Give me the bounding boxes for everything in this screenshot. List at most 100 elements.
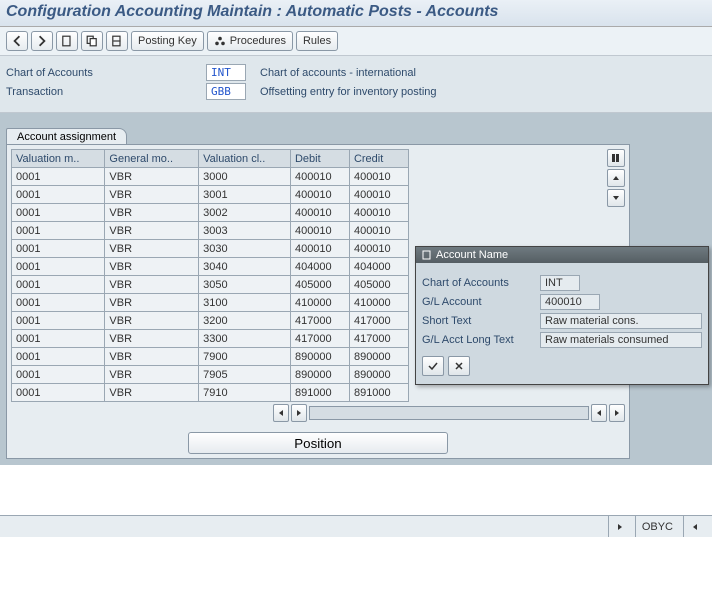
cell-c5[interactable]: 400010 [349, 168, 408, 186]
procedures-button[interactable]: Procedures [207, 31, 293, 51]
tab-account-assignment[interactable]: Account assignment [6, 128, 127, 145]
cell-c4[interactable]: 400010 [290, 186, 349, 204]
cell-c2[interactable]: VBR [105, 168, 199, 186]
popup-cancel-button[interactable] [448, 356, 470, 376]
cell-c3[interactable]: 3050 [199, 276, 291, 294]
assignment-table[interactable]: Valuation m.. General mo.. Valuation cl.… [11, 149, 409, 402]
cell-c5[interactable]: 410000 [349, 294, 408, 312]
table-row[interactable]: 0001VBR3050405000405000 [12, 276, 409, 294]
txn-value[interactable]: GBB [206, 83, 246, 100]
cell-c4[interactable]: 405000 [290, 276, 349, 294]
cell-c4[interactable]: 400010 [290, 222, 349, 240]
cell-c5[interactable]: 890000 [349, 366, 408, 384]
cell-c1[interactable]: 0001 [12, 222, 105, 240]
back-button[interactable] [6, 31, 28, 51]
cell-c4[interactable]: 891000 [290, 384, 349, 402]
position-button[interactable]: Position [188, 432, 448, 454]
table-row[interactable]: 0001VBR3100410000410000 [12, 294, 409, 312]
scroll-right-button[interactable] [291, 404, 307, 422]
col-credit[interactable]: Credit [349, 150, 408, 168]
popup-coa-value[interactable]: INT [540, 275, 580, 291]
create-button[interactable] [56, 31, 78, 51]
cell-c3[interactable]: 3100 [199, 294, 291, 312]
scroll-left-button[interactable] [273, 404, 289, 422]
cell-c3[interactable]: 7910 [199, 384, 291, 402]
cell-c1[interactable]: 0001 [12, 330, 105, 348]
cell-c5[interactable]: 890000 [349, 348, 408, 366]
table-row[interactable]: 0001VBR3000400010400010 [12, 168, 409, 186]
cell-c5[interactable]: 404000 [349, 258, 408, 276]
coa-value[interactable]: INT [206, 64, 246, 81]
col-debit[interactable]: Debit [290, 150, 349, 168]
cell-c2[interactable]: VBR [105, 258, 199, 276]
table-row[interactable]: 0001VBR7910891000891000 [12, 384, 409, 402]
col-valuation-class[interactable]: Valuation cl.. [199, 150, 291, 168]
cell-c1[interactable]: 0001 [12, 348, 105, 366]
cell-c2[interactable]: VBR [105, 384, 199, 402]
col-general-mod[interactable]: General mo.. [105, 150, 199, 168]
copy-button[interactable] [81, 31, 103, 51]
cell-c1[interactable]: 0001 [12, 366, 105, 384]
cell-c4[interactable]: 400010 [290, 168, 349, 186]
cell-c4[interactable]: 400010 [290, 204, 349, 222]
cell-c2[interactable]: VBR [105, 240, 199, 258]
cell-c1[interactable]: 0001 [12, 312, 105, 330]
status-nav[interactable] [608, 516, 631, 537]
cell-c4[interactable]: 410000 [290, 294, 349, 312]
cell-c4[interactable]: 404000 [290, 258, 349, 276]
table-row[interactable]: 0001VBR3003400010400010 [12, 222, 409, 240]
cell-c4[interactable]: 400010 [290, 240, 349, 258]
scroll-left2-button[interactable] [591, 404, 607, 422]
cell-c1[interactable]: 0001 [12, 258, 105, 276]
cell-c5[interactable]: 417000 [349, 330, 408, 348]
cell-c3[interactable]: 7900 [199, 348, 291, 366]
cell-c2[interactable]: VBR [105, 330, 199, 348]
popup-gl-value[interactable]: 400010 [540, 294, 600, 310]
cell-c2[interactable]: VBR [105, 186, 199, 204]
cell-c5[interactable]: 891000 [349, 384, 408, 402]
cell-c5[interactable]: 417000 [349, 312, 408, 330]
cell-c4[interactable]: 890000 [290, 366, 349, 384]
cell-c1[interactable]: 0001 [12, 240, 105, 258]
cell-c2[interactable]: VBR [105, 294, 199, 312]
table-row[interactable]: 0001VBR7900890000890000 [12, 348, 409, 366]
cell-c2[interactable]: VBR [105, 222, 199, 240]
popup-ok-button[interactable] [422, 356, 444, 376]
cell-c2[interactable]: VBR [105, 312, 199, 330]
posting-key-button[interactable]: Posting Key [131, 31, 204, 51]
cell-c2[interactable]: VBR [105, 366, 199, 384]
table-row[interactable]: 0001VBR3002400010400010 [12, 204, 409, 222]
cell-c1[interactable]: 0001 [12, 276, 105, 294]
cell-c3[interactable]: 7905 [199, 366, 291, 384]
cell-c3[interactable]: 3002 [199, 204, 291, 222]
rules-button[interactable]: Rules [296, 31, 338, 51]
cell-c4[interactable]: 417000 [290, 312, 349, 330]
cell-c4[interactable]: 417000 [290, 330, 349, 348]
cell-c5[interactable]: 405000 [349, 276, 408, 294]
cell-c5[interactable]: 400010 [349, 204, 408, 222]
popup-long-value[interactable]: Raw materials consumed [540, 332, 702, 348]
other-button[interactable] [106, 31, 128, 51]
cell-c3[interactable]: 3001 [199, 186, 291, 204]
cell-c4[interactable]: 890000 [290, 348, 349, 366]
table-row[interactable]: 0001VBR3300417000417000 [12, 330, 409, 348]
cell-c5[interactable]: 400010 [349, 186, 408, 204]
cell-c1[interactable]: 0001 [12, 186, 105, 204]
cell-c3[interactable]: 3200 [199, 312, 291, 330]
table-row[interactable]: 0001VBR3001400010400010 [12, 186, 409, 204]
cell-c2[interactable]: VBR [105, 204, 199, 222]
cell-c3[interactable]: 3000 [199, 168, 291, 186]
cell-c1[interactable]: 0001 [12, 294, 105, 312]
cell-c1[interactable]: 0001 [12, 168, 105, 186]
cell-c2[interactable]: VBR [105, 348, 199, 366]
cell-c3[interactable]: 3003 [199, 222, 291, 240]
scroll-up-button[interactable] [607, 169, 625, 187]
h-scrollbar[interactable] [309, 406, 589, 420]
cell-c2[interactable]: VBR [105, 276, 199, 294]
cell-c1[interactable]: 0001 [12, 204, 105, 222]
cell-c3[interactable]: 3040 [199, 258, 291, 276]
table-row[interactable]: 0001VBR3030400010400010 [12, 240, 409, 258]
status-nav2[interactable] [683, 516, 706, 537]
cell-c3[interactable]: 3030 [199, 240, 291, 258]
popup-short-value[interactable]: Raw material cons. [540, 313, 702, 329]
